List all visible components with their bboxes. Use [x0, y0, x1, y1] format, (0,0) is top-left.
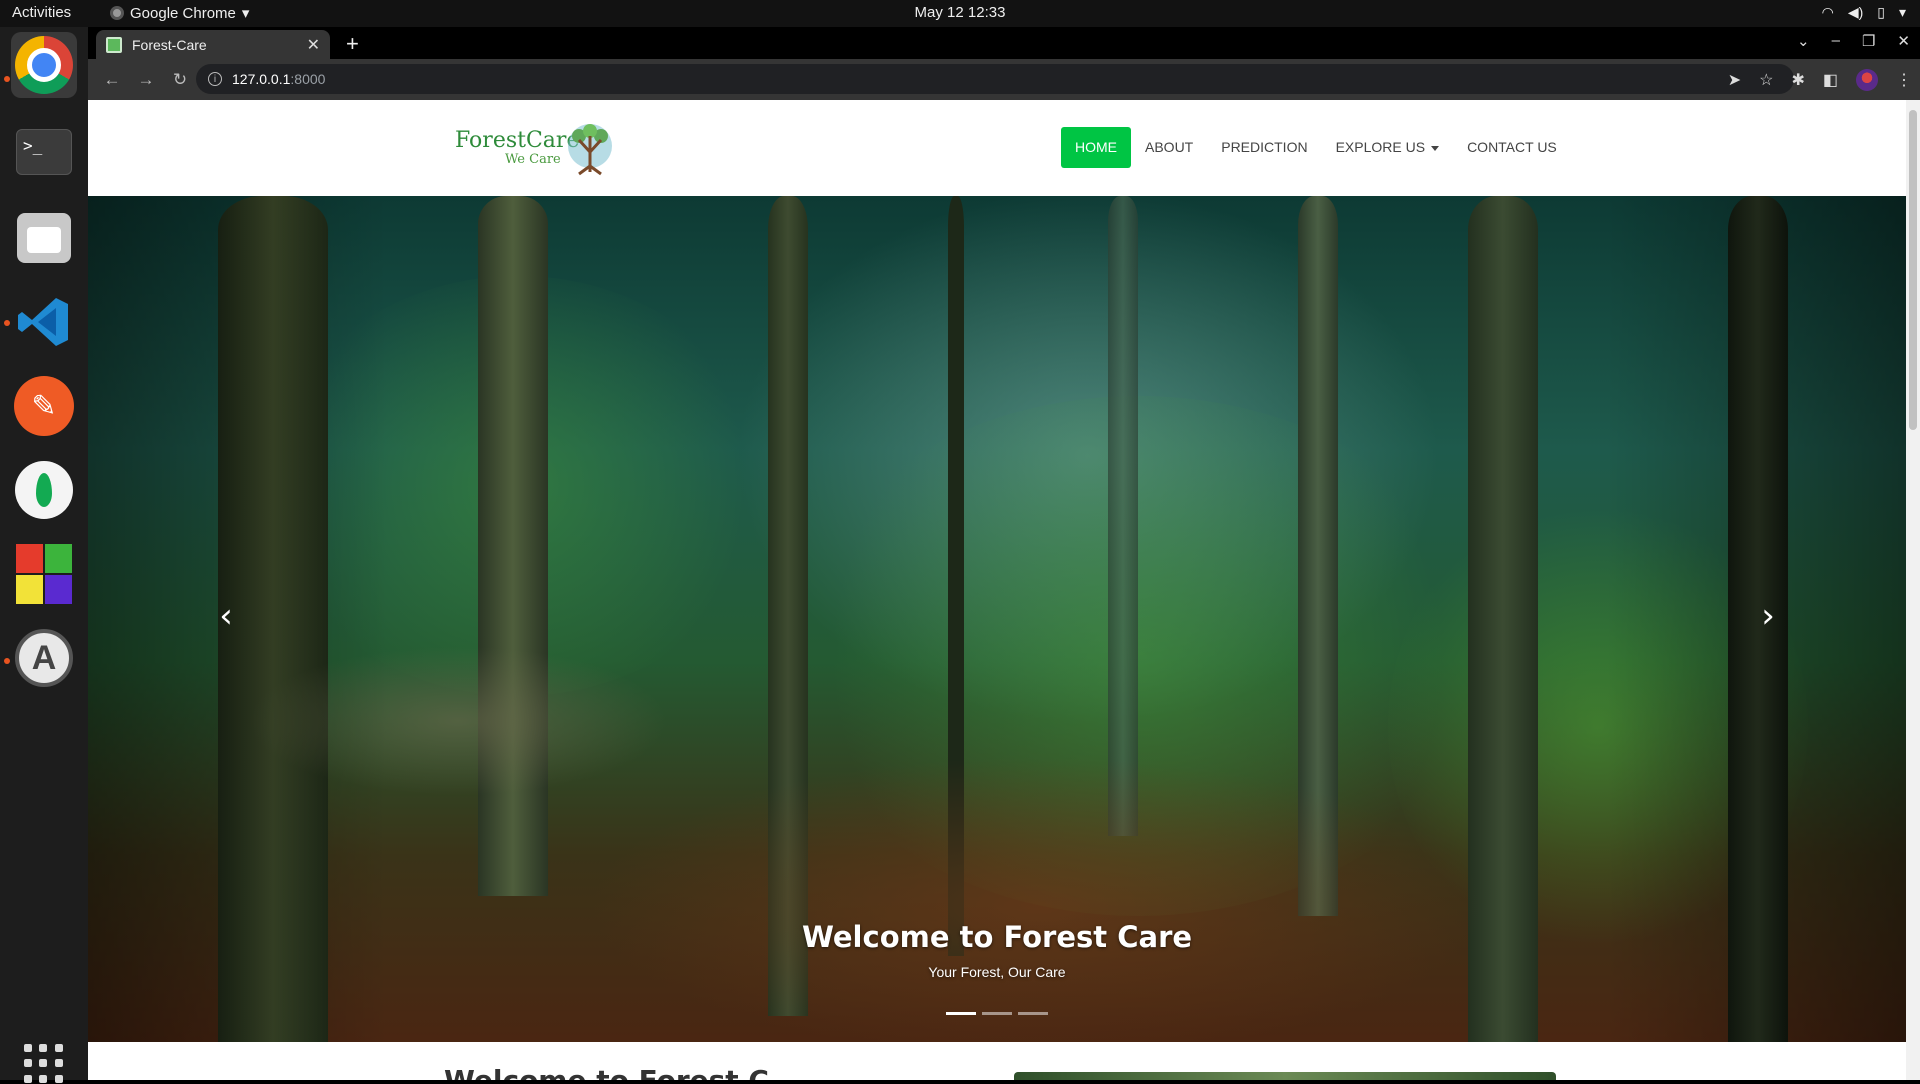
kebab-menu-icon[interactable]: ⋮ [1896, 70, 1912, 90]
wifi-icon: ◠ [1821, 4, 1834, 20]
carousel-indicator-3[interactable] [1018, 1012, 1048, 1015]
welcome-image [1014, 1072, 1556, 1080]
tab-title: Forest-Care [132, 36, 207, 53]
url-host: 127.0.0.1 [232, 71, 291, 87]
send-tab-icon[interactable]: ➤ [1728, 70, 1741, 90]
mongodb-compass-icon [15, 461, 73, 519]
close-window-icon[interactable]: ✕ [1897, 32, 1910, 50]
system-tray[interactable]: ◠ ◀) ▯ ▾ [1822, 4, 1906, 21]
tree-logo-icon [568, 124, 612, 176]
main-menu: HOME ABOUT PREDICTION EXPLORE US CONTACT… [1061, 127, 1571, 168]
dock-vscode[interactable] [11, 289, 77, 355]
dock-chrome[interactable] [11, 32, 77, 98]
carousel-indicators [88, 1012, 1906, 1015]
dock-app-tiles[interactable] [11, 541, 77, 607]
tab-forest-care[interactable]: Forest-Care ✕ [96, 30, 330, 59]
url-port: :8000 [290, 71, 326, 87]
carousel-caption: Welcome to Forest Care Your Forest, Our … [88, 920, 1906, 980]
side-panel-icon[interactable]: ◧ [1823, 70, 1838, 90]
system-top-bar: Activities Google Chrome ▾ May 12 12:33 … [0, 0, 1920, 27]
hero-subtitle: Your Forest, Our Care [928, 964, 1066, 980]
logo-tagline: We Care [505, 152, 561, 167]
dock-mongodb-compass[interactable] [11, 457, 77, 523]
clock[interactable]: May 12 12:33 [0, 4, 1920, 21]
app-tiles-icon [16, 544, 72, 604]
page-scrollbar[interactable] [1906, 100, 1920, 1080]
scrollbar-thumb[interactable] [1909, 110, 1917, 430]
extensions-icon[interactable]: ✱ [1791, 70, 1804, 90]
carousel-indicator-1[interactable] [946, 1012, 976, 1015]
page-viewport: ForestCare We Care HOME ABOUT PREDICTION… [88, 100, 1920, 1080]
nav-about[interactable]: ABOUT [1131, 127, 1207, 168]
forward-icon[interactable]: → [136, 70, 156, 90]
back-icon[interactable]: ← [102, 70, 122, 90]
close-icon[interactable]: ✕ [307, 35, 320, 55]
toolbar-actions: ➤ ☆ ✱ ◧ ⋮ [1728, 59, 1912, 100]
show-applications-icon[interactable] [24, 1044, 64, 1084]
profile-avatar[interactable] [1856, 68, 1878, 91]
url: 127.0.0.1:8000 [232, 71, 325, 87]
dock-files[interactable] [11, 205, 77, 271]
chrome-icon [15, 36, 73, 94]
address-bar[interactable]: i 127.0.0.1:8000 [196, 64, 1794, 94]
running-indicator [4, 658, 10, 664]
restore-icon[interactable]: ❐ [1862, 32, 1875, 50]
minimize-icon[interactable]: – [1832, 32, 1840, 50]
tab-search-icon[interactable]: ⌄ [1797, 32, 1810, 50]
browser-toolbar: ← → ↻ i 127.0.0.1:8000 ➤ ☆ ✱ ◧ ⋮ [88, 59, 1920, 100]
site-navbar: ForestCare We Care HOME ABOUT PREDICTION… [88, 100, 1906, 196]
hero-carousel: ‹ › Welcome to Forest Care Your Forest, … [88, 196, 1906, 1042]
carousel-prev-button[interactable]: ‹ [206, 596, 246, 636]
logo-brand: ForestCare [455, 128, 580, 153]
site-logo[interactable]: ForestCare We Care [455, 122, 620, 176]
files-icon [17, 213, 71, 263]
chevron-down-icon: ▾ [1898, 4, 1906, 20]
dock: >_ ✎ A [0, 27, 88, 1083]
nav-prediction[interactable]: PREDICTION [1207, 127, 1321, 168]
running-indicator [4, 76, 10, 82]
window-controls: ⌄ – ❐ ✕ [1797, 32, 1910, 50]
site-info-icon[interactable]: i [208, 72, 222, 86]
carousel-indicator-2[interactable] [982, 1012, 1012, 1015]
nav-contact[interactable]: CONTACT US [1453, 127, 1571, 168]
battery-icon: ▯ [1877, 4, 1885, 20]
caret-down-icon [1431, 145, 1440, 151]
nav-explore-us[interactable]: EXPLORE US [1322, 127, 1453, 168]
new-tab-button[interactable]: + [346, 31, 359, 57]
tab-strip: Forest-Care ✕ + ⌄ – ❐ ✕ [88, 27, 1920, 59]
welcome-section: Welcome to Forest C [88, 1042, 1906, 1080]
bookmark-star-icon[interactable]: ☆ [1759, 70, 1773, 90]
browser-window: Forest-Care ✕ + ⌄ – ❐ ✕ ← → ↻ i 127.0.0.… [88, 27, 1920, 1080]
terminal-icon: >_ [16, 129, 72, 175]
hero-title: Welcome to Forest Care [801, 920, 1193, 954]
running-indicator [4, 320, 10, 326]
dock-terminal[interactable]: >_ [11, 119, 77, 185]
nav-explore-label: EXPLORE US [1335, 139, 1426, 155]
carousel-next-button[interactable]: › [1748, 596, 1788, 636]
volume-icon: ◀) [1847, 4, 1864, 20]
software-updater-icon: A [15, 629, 73, 687]
nav-home[interactable]: HOME [1061, 127, 1131, 168]
favicon-icon [106, 36, 122, 53]
dock-software-updater[interactable]: A [11, 625, 77, 691]
vscode-icon [18, 298, 68, 346]
dock-postman[interactable]: ✎ [11, 373, 77, 439]
reload-icon[interactable]: ↻ [170, 70, 190, 90]
postman-icon: ✎ [14, 376, 74, 436]
welcome-heading: Welcome to Forest C [444, 1064, 769, 1080]
